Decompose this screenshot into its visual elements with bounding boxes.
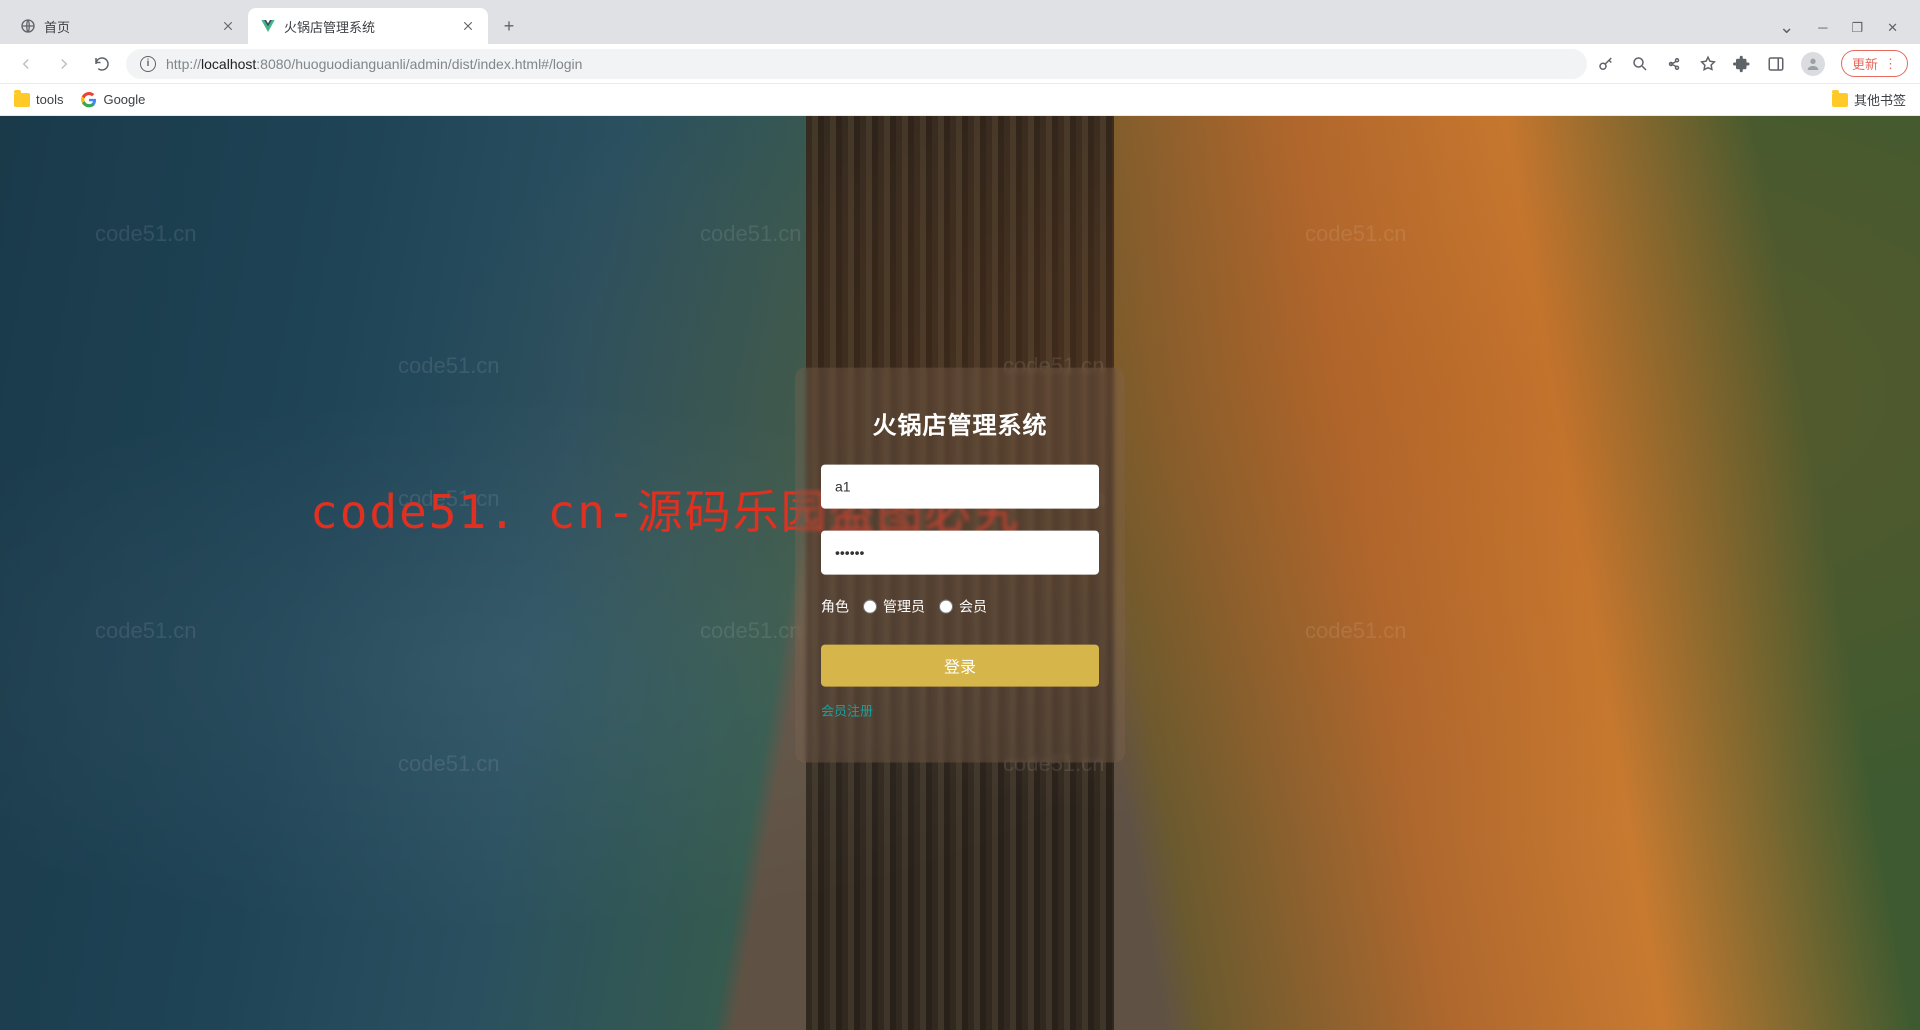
minimize-icon[interactable]: ─ — [1818, 20, 1827, 35]
star-icon[interactable] — [1699, 55, 1717, 73]
address-bar: i http://localhost:8080/huoguodianguanli… — [0, 44, 1920, 84]
update-button[interactable]: 更新 ⋮ — [1841, 50, 1908, 77]
page-viewport: code51.cn code51.cn code51.cn code51.cn … — [0, 116, 1920, 1030]
folder-icon — [1832, 93, 1848, 107]
role-label: 角色 — [821, 597, 849, 617]
zoom-icon[interactable] — [1631, 55, 1649, 73]
reload-icon[interactable] — [88, 50, 116, 78]
bookmark-label: 其他书签 — [1854, 90, 1906, 109]
login-button[interactable]: 登录 — [821, 645, 1099, 687]
url-text: http://localhost:8080/huoguodianguanli/a… — [166, 56, 582, 72]
new-tab-button[interactable]: + — [494, 11, 524, 41]
radio-admin[interactable] — [863, 600, 877, 614]
info-icon[interactable]: i — [140, 56, 156, 72]
bookmarks-bar: tools Google 其他书签 — [0, 84, 1920, 116]
sidepanel-icon[interactable] — [1767, 55, 1785, 73]
password-input[interactable] — [821, 531, 1099, 575]
vue-icon — [260, 18, 276, 34]
role-admin-label: 管理员 — [883, 597, 925, 617]
bookmark-label: tools — [36, 92, 63, 107]
profile-avatar-icon[interactable] — [1801, 52, 1825, 76]
url-input[interactable]: i http://localhost:8080/huoguodianguanli… — [126, 49, 1587, 79]
bookmark-label: Google — [103, 92, 145, 107]
update-label: 更新 — [1852, 54, 1878, 73]
username-input[interactable] — [821, 465, 1099, 509]
bookmark-google[interactable]: Google — [81, 92, 145, 108]
globe-icon — [20, 18, 36, 34]
register-link[interactable]: 会员注册 — [821, 701, 873, 720]
window-controls: ⌄ ─ ❐ ✕ — [1779, 17, 1912, 44]
radio-member[interactable] — [939, 600, 953, 614]
back-icon[interactable] — [12, 50, 40, 78]
browser-tab-bar: 首页 火锅店管理系统 + ⌄ ─ ❐ ✕ — [0, 0, 1920, 44]
extensions-icon[interactable] — [1733, 55, 1751, 73]
tab-title: 火锅店管理系统 — [284, 17, 375, 36]
tab-title: 首页 — [44, 17, 70, 36]
role-member-label: 会员 — [959, 597, 987, 617]
bookmark-tools[interactable]: tools — [14, 92, 63, 107]
more-dots-icon: ⋮ — [1884, 56, 1897, 72]
role-option-member[interactable]: 会员 — [939, 597, 987, 617]
chevron-down-icon[interactable]: ⌄ — [1779, 17, 1794, 38]
close-icon[interactable] — [460, 18, 476, 34]
maximize-icon[interactable]: ❐ — [1851, 20, 1863, 36]
bookmark-other[interactable]: 其他书签 — [1832, 90, 1906, 109]
forward-icon[interactable] — [50, 50, 78, 78]
login-title: 火锅店管理系统 — [821, 406, 1099, 441]
close-window-icon[interactable]: ✕ — [1887, 20, 1898, 36]
browser-tab-home[interactable]: 首页 — [8, 8, 248, 44]
share-icon[interactable] — [1665, 55, 1683, 73]
browser-tab-active[interactable]: 火锅店管理系统 — [248, 8, 488, 44]
folder-icon — [14, 93, 30, 107]
google-icon — [81, 92, 97, 108]
role-option-admin[interactable]: 管理员 — [863, 597, 925, 617]
close-icon[interactable] — [220, 18, 236, 34]
role-row: 角色 管理员 会员 — [821, 597, 1099, 617]
key-icon[interactable] — [1597, 55, 1615, 73]
login-card: 火锅店管理系统 角色 管理员 会员 登录 会员注册 — [795, 368, 1125, 763]
